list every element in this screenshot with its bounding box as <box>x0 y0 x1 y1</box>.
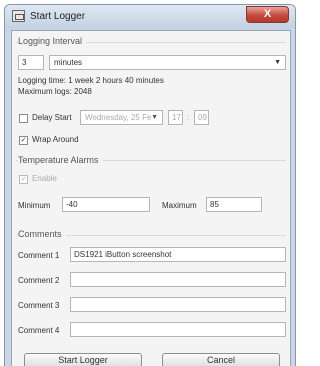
close-icon: X <box>263 8 272 20</box>
comment-4-input[interactable] <box>70 322 286 337</box>
delay-start-checkbox[interactable] <box>19 114 28 123</box>
cancel-button[interactable]: Cancel <box>162 353 280 366</box>
maximum-logs-text: Maximum logs: 2048 <box>18 87 92 96</box>
window-title: Start Logger <box>30 11 86 22</box>
minimum-label: Minimum <box>18 201 51 210</box>
delay-date-value: Wednesday, 25 Fe <box>85 113 152 122</box>
comment-1-label: Comment 1 <box>18 251 60 260</box>
interval-unit-value: minutes <box>54 58 83 67</box>
delay-date-picker[interactable]: Wednesday, 25 Fe ▼ <box>80 110 163 125</box>
time-separator: : <box>187 113 190 122</box>
title-bar: Start Logger X <box>5 5 295 29</box>
delay-minute-input[interactable]: 09 <box>194 110 209 125</box>
comment-4-label: Comment 4 <box>18 326 60 335</box>
dialog-body: Logging Interval 3 minutes ▼ Logging tim… <box>11 30 291 366</box>
comment-1-input[interactable]: DS1921 iButton screenshot <box>70 247 286 262</box>
enable-alarms-label: Enable <box>32 174 57 183</box>
maximum-label: Maximum <box>162 201 197 210</box>
temperature-alarms-heading: Temperature Alarms <box>18 155 103 165</box>
start-logger-button[interactable]: Start Logger <box>24 353 142 366</box>
maximum-input[interactable]: 85 <box>206 197 262 212</box>
start-logger-dialog: Start Logger X Logging Interval 3 minute… <box>4 4 296 366</box>
close-button[interactable]: X <box>246 6 289 23</box>
interval-unit-select[interactable]: minutes ▼ <box>49 55 286 70</box>
comment-3-input[interactable] <box>70 297 286 312</box>
logging-interval-heading: Logging Interval <box>18 36 87 46</box>
logger-app-icon <box>12 10 25 22</box>
interval-input[interactable]: 3 <box>18 55 44 70</box>
chevron-down-icon: ▼ <box>151 114 158 121</box>
logging-time-text: Logging time: 1 week 2 hours 40 minutes <box>18 76 164 85</box>
comment-2-label: Comment 2 <box>18 276 60 285</box>
enable-alarms-checkbox[interactable]: ✓ <box>19 175 28 184</box>
comments-heading: Comments <box>18 229 66 239</box>
delay-start-label: Delay Start <box>32 113 72 122</box>
wrap-around-label: Wrap Around <box>32 135 79 144</box>
wrap-around-checkbox[interactable]: ✓ <box>19 136 28 145</box>
chevron-down-icon: ▼ <box>274 59 281 66</box>
comment-2-input[interactable] <box>70 272 286 287</box>
delay-hour-input[interactable]: 17 <box>168 110 183 125</box>
comment-3-label: Comment 3 <box>18 301 60 310</box>
minimum-input[interactable]: -40 <box>62 197 150 212</box>
